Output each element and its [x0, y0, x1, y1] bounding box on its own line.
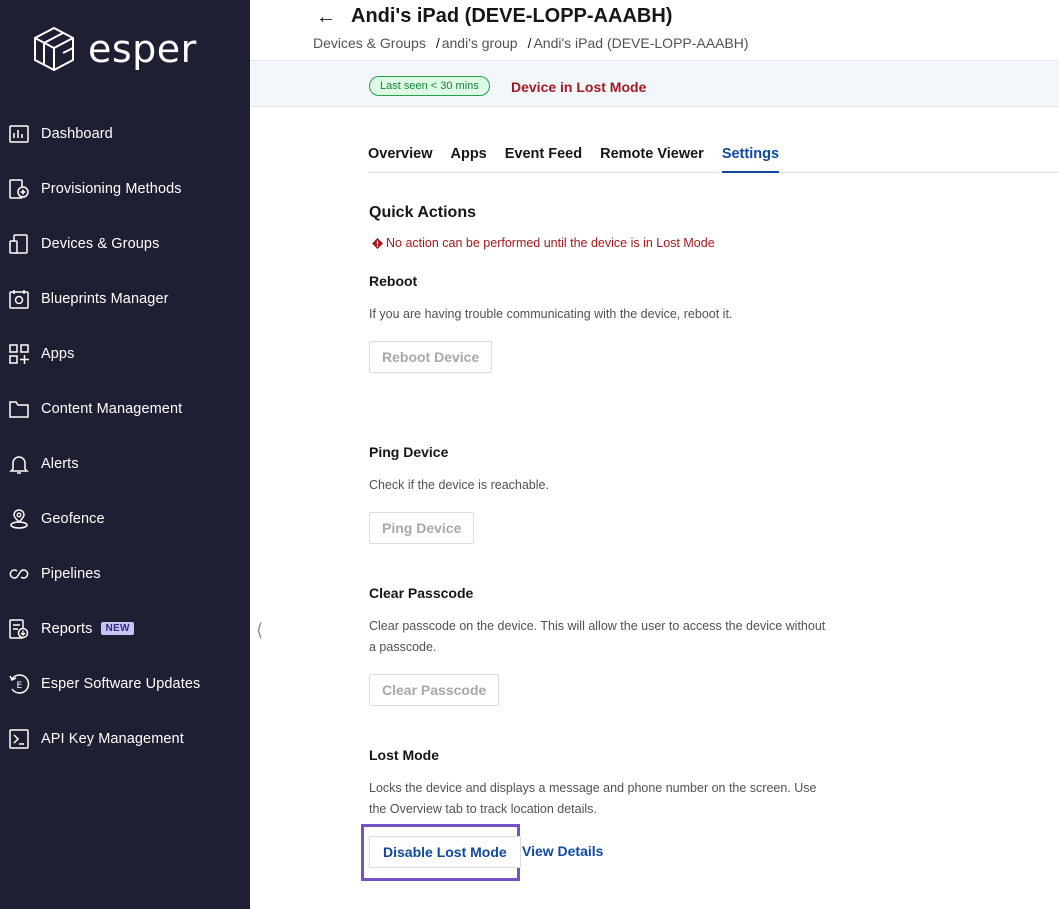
- back-arrow-icon[interactable]: ←: [316, 6, 336, 29]
- breadcrumb-devices-groups[interactable]: Devices & Groups: [313, 35, 426, 51]
- disable-lost-mode-button[interactable]: Disable Lost Mode: [369, 836, 521, 868]
- ping-title: Ping Device: [369, 444, 449, 460]
- sidebar-item-dashboard[interactable]: Dashboard: [0, 106, 250, 161]
- lost-mode-status: Device in Lost Mode: [511, 79, 647, 95]
- esper-logo[interactable]: esper: [32, 26, 197, 72]
- sidebar-item-label: Apps: [41, 345, 75, 362]
- warning-diamond-icon: [372, 237, 383, 249]
- pipelines-icon: [8, 563, 30, 585]
- folder-icon: [8, 398, 30, 420]
- breadcrumb-separator: /: [435, 35, 440, 51]
- tab-settings[interactable]: Settings: [721, 146, 780, 173]
- sidebar-item-label: Geofence: [41, 510, 105, 527]
- breadcrumb: Devices & Groups / andi's group / Andi's…: [313, 35, 749, 51]
- sidebar-item-label: Blueprints Manager: [41, 290, 169, 307]
- sidebar-item-label: Alerts: [41, 455, 79, 472]
- sidebar-item-api-key-management[interactable]: API Key Management: [0, 711, 250, 766]
- esper-updates-icon: E: [8, 673, 30, 695]
- svg-text:E: E: [17, 681, 23, 691]
- breadcrumb-separator: /: [527, 35, 532, 51]
- bell-icon: [8, 453, 30, 475]
- ping-device-button[interactable]: Ping Device: [369, 512, 475, 544]
- new-badge: NEW: [101, 622, 134, 635]
- reboot-description: If you are having trouble communicating …: [369, 307, 733, 321]
- sidebar-item-alerts[interactable]: Alerts: [0, 436, 250, 491]
- terminal-icon: [8, 728, 30, 750]
- sidebar-item-apps[interactable]: Apps: [0, 326, 250, 381]
- quick-actions-title: Quick Actions: [369, 204, 476, 221]
- esper-cube-logo: [34, 26, 74, 72]
- collapse-sidebar-icon[interactable]: ⟨: [256, 620, 263, 641]
- devices-icon: [8, 233, 30, 255]
- sidebar-item-label: Reports: [41, 620, 93, 637]
- sidebar: esper Dashboard Provisioning Methods Dev…: [0, 0, 250, 909]
- sidebar-item-label: API Key Management: [41, 730, 184, 747]
- breadcrumb-device: Andi's iPad (DEVE-LOPP-AAABH): [533, 35, 749, 51]
- sidebar-item-provisioning[interactable]: Provisioning Methods: [0, 161, 250, 216]
- provisioning-icon: [8, 178, 30, 200]
- ping-description: Check if the device is reachable.: [369, 478, 549, 492]
- reboot-device-button[interactable]: Reboot Device: [369, 341, 493, 373]
- sidebar-item-pipelines[interactable]: Pipelines: [0, 546, 250, 601]
- blueprints-icon: [8, 288, 30, 310]
- sidebar-item-label: Provisioning Methods: [41, 180, 182, 197]
- tab-event-feed[interactable]: Event Feed: [505, 146, 582, 173]
- sidebar-item-label: Devices & Groups: [41, 235, 160, 252]
- brand-name: esper: [88, 27, 197, 71]
- apps-icon: [8, 343, 30, 365]
- sidebar-item-esper-software-updates[interactable]: E Esper Software Updates: [0, 656, 250, 711]
- clear-passcode-title: Clear Passcode: [369, 585, 474, 601]
- geofence-icon: [8, 508, 30, 530]
- sidebar-item-label: Dashboard: [41, 125, 113, 142]
- sidebar-item-devices-groups[interactable]: Devices & Groups: [0, 216, 250, 271]
- lost-mode-title: Lost Mode: [369, 747, 439, 763]
- sidebar-item-label: Esper Software Updates: [41, 675, 201, 692]
- reboot-title: Reboot: [369, 273, 418, 289]
- last-seen-badge: Last seen < 30 mins: [369, 76, 490, 96]
- view-details-link[interactable]: View Details: [522, 843, 603, 859]
- clear-passcode-button[interactable]: Clear Passcode: [369, 674, 500, 706]
- tab-remote-viewer[interactable]: Remote Viewer: [600, 146, 704, 173]
- quick-actions-warning: No action can be performed until the dev…: [372, 236, 715, 250]
- dashboard-icon: [8, 123, 30, 145]
- sidebar-item-label: Content Management: [41, 400, 183, 417]
- sidebar-item-content-management[interactable]: Content Management: [0, 381, 250, 436]
- sidebar-item-label: Pipelines: [41, 565, 101, 582]
- tab-overview[interactable]: Overview: [368, 146, 433, 173]
- warning-text: No action can be performed until the dev…: [386, 236, 715, 250]
- breadcrumb-group[interactable]: andi's group: [442, 35, 518, 51]
- lost-mode-description: Locks the device and displays a message …: [369, 781, 817, 816]
- reports-icon: [8, 618, 30, 640]
- tab-apps[interactable]: Apps: [451, 146, 487, 173]
- sidebar-item-geofence[interactable]: Geofence: [0, 491, 250, 546]
- device-tabs: Overview Apps Event Feed Remote Viewer S…: [368, 146, 1059, 173]
- page-title: Andi's iPad (DEVE-LOPP-AAABH): [351, 5, 673, 27]
- sidebar-nav: Dashboard Provisioning Methods Devices &…: [0, 106, 250, 766]
- sidebar-item-blueprints[interactable]: Blueprints Manager: [0, 271, 250, 326]
- clear-passcode-description: Clear passcode on the device. This will …: [369, 619, 826, 654]
- sidebar-item-reports[interactable]: Reports NEW: [0, 601, 250, 656]
